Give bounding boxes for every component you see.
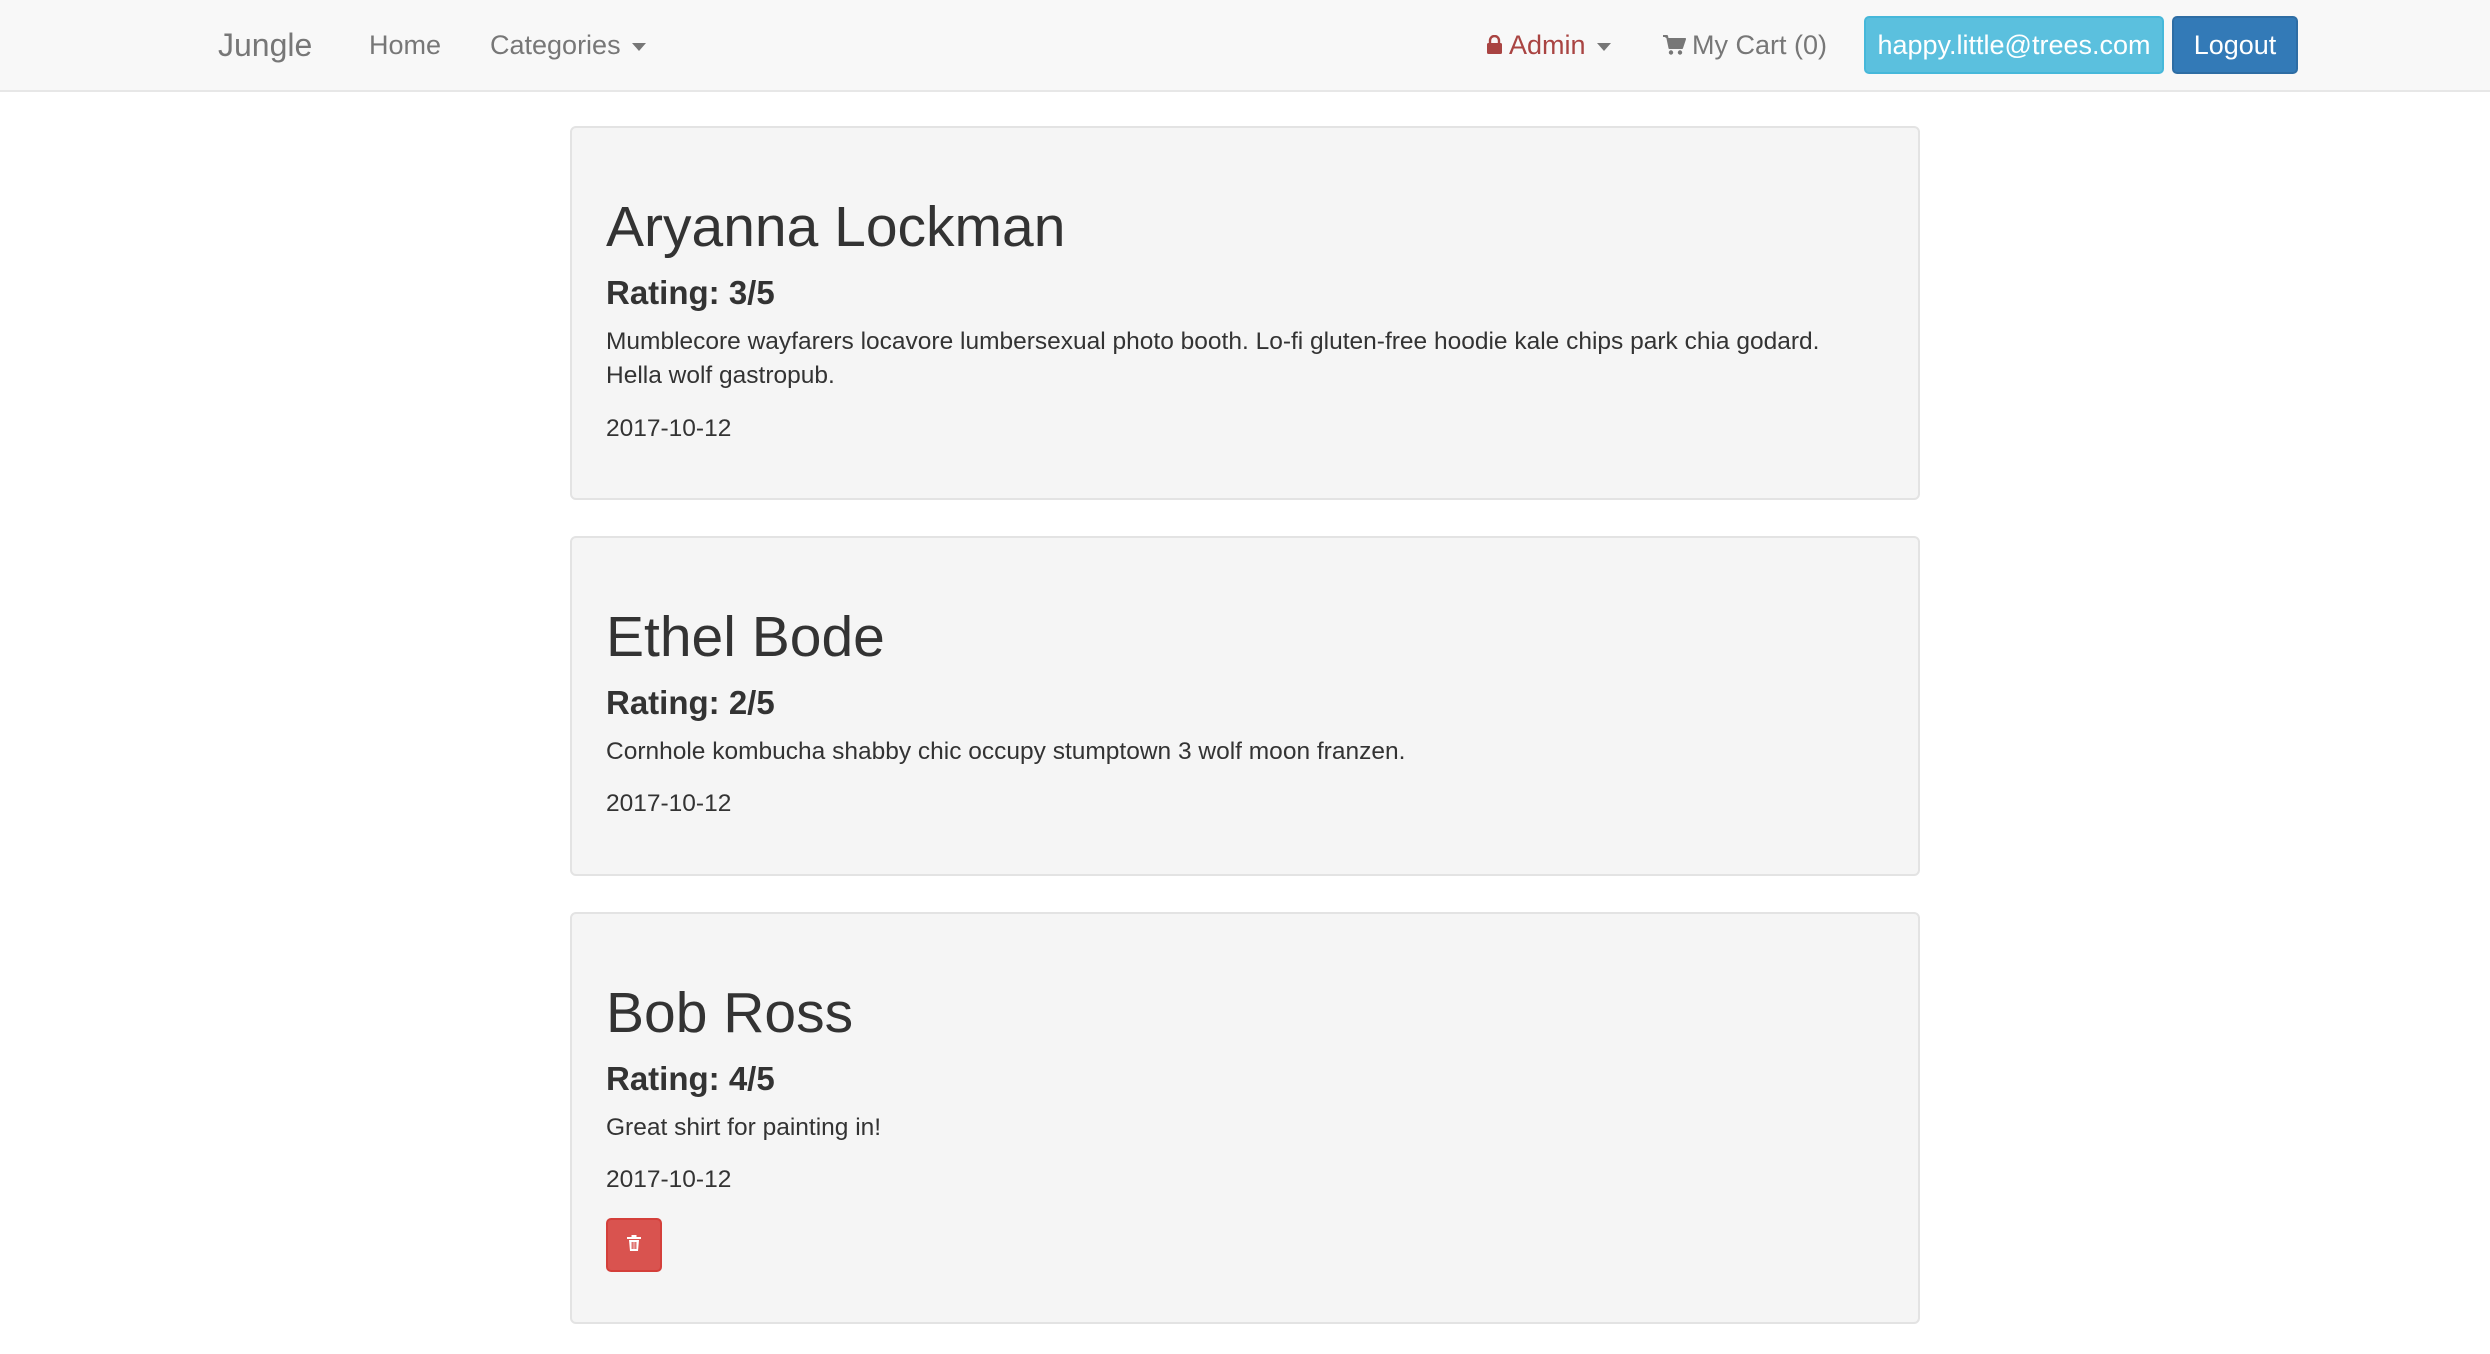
- review-rating: Rating: 4/5: [606, 1060, 775, 1097]
- caret-down-icon: [1596, 43, 1611, 51]
- shopping-cart-icon: [1662, 34, 1686, 56]
- brand-link[interactable]: Jungle: [218, 0, 312, 90]
- top-navbar: Jungle Home Categories Admin My Cart (0)…: [0, 0, 2490, 92]
- review-author: Bob Ross: [606, 981, 854, 1045]
- review-rating: Rating: 3/5: [606, 274, 775, 311]
- review-card: Ethel Bode Rating: 2/5 Cornhole kombucha…: [570, 536, 1920, 876]
- cart-label: My Cart (0): [1692, 29, 1827, 60]
- review-rating: Rating: 2/5: [606, 684, 775, 721]
- delete-review-button[interactable]: [606, 1218, 662, 1272]
- review-date: 2017-10-12: [606, 1166, 732, 1193]
- review-author: Ethel Bode: [606, 605, 885, 669]
- lock-icon: [1486, 35, 1503, 55]
- nav-categories-dropdown[interactable]: Categories: [490, 0, 646, 90]
- nav-admin-dropdown[interactable]: Admin: [1486, 0, 1611, 90]
- caret-down-icon: [631, 43, 646, 51]
- review-card: Bob Ross Rating: 4/5 Great shirt for pai…: [570, 912, 1920, 1324]
- nav-home-link[interactable]: Home: [369, 0, 441, 90]
- review-body: Mumblecore wayfarers locavore lumbersexu…: [606, 328, 1820, 389]
- review-body: Cornhole kombucha shabby chic occupy stu…: [606, 738, 1406, 765]
- logout-button[interactable]: Logout: [2172, 16, 2298, 74]
- trash-icon: [626, 1234, 642, 1257]
- admin-label: Admin: [1509, 29, 1586, 60]
- user-email-button[interactable]: happy.little@trees.com: [1864, 16, 2164, 74]
- categories-label: Categories: [490, 29, 621, 60]
- review-date: 2017-10-12: [606, 790, 732, 817]
- review-date: 2017-10-12: [606, 415, 732, 442]
- review-card: Aryanna Lockman Rating: 3/5 Mumblecore w…: [570, 126, 1920, 500]
- nav-cart-link[interactable]: My Cart (0): [1662, 0, 1827, 90]
- review-body: Great shirt for painting in!: [606, 1114, 882, 1141]
- review-author: Aryanna Lockman: [606, 195, 1066, 259]
